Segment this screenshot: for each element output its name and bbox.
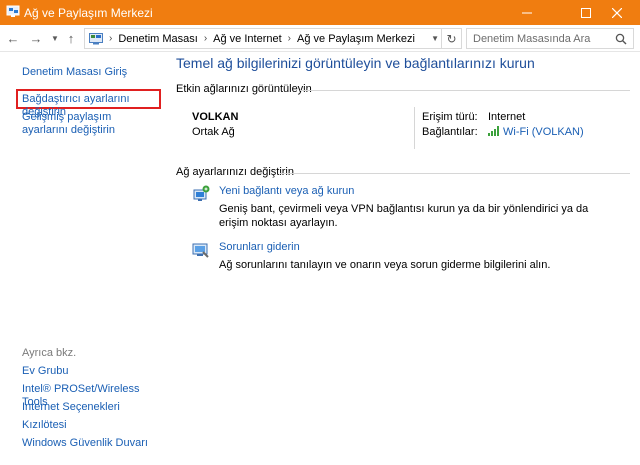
see-also-internet-options[interactable]: Internet Seçenekleri [22, 401, 120, 414]
connections-value: Wi-Fi (VOLKAN) [488, 126, 584, 138]
breadcrumb-separator-icon: › [287, 33, 292, 44]
window-title: Ağ ve Paylaşım Merkezi [24, 6, 153, 20]
see-also-homegroup[interactable]: Ev Grubu [22, 365, 68, 378]
breadcrumb-separator-icon: › [109, 33, 113, 44]
minimize-icon [522, 12, 532, 13]
access-type-value: Internet [488, 111, 526, 123]
title-bar: Ağ ve Paylaşım Merkezi [0, 0, 640, 25]
setup-new-connection-desc: Geniş bant, çevirmeli veya VPN bağlantıs… [219, 203, 589, 229]
arrow-left-icon: ← [6, 30, 20, 46]
vertical-divider [414, 107, 415, 149]
page-title: Temel ağ bilgilerinizi görüntüleyin ve b… [176, 55, 535, 71]
breadcrumb[interactable]: › Denetim Masası › Ağ ve Internet › Ağ v… [84, 28, 462, 49]
address-bar: ← → ▼ ↑ › Denetim Masası › Ağ ve Interne… [0, 25, 640, 52]
breadcrumb-network-internet[interactable]: Ağ ve Internet [213, 33, 282, 45]
breadcrumb-separator-icon: › [203, 33, 208, 44]
network-name: VOLKAN [192, 111, 239, 123]
breadcrumb-network-sharing[interactable]: Ağ ve Paylaşım Merkezi [297, 33, 415, 45]
sidebar-link-control-panel-home[interactable]: Denetim Masası Giriş [22, 66, 127, 79]
new-connection-icon [193, 185, 210, 201]
see-also-label: Ayrıca bkz. [22, 347, 77, 359]
wifi-connection-link[interactable]: Wi-Fi (VOLKAN) [503, 126, 584, 138]
maximize-icon [581, 7, 591, 18]
see-also-infrared[interactable]: Kızılötesi [22, 419, 67, 432]
refresh-button[interactable]: ↻ [441, 29, 461, 48]
setup-new-connection-link[interactable]: Yeni bağlantı veya ağ kurun [219, 185, 354, 197]
access-type-label: Erişim türü: [422, 111, 478, 123]
refresh-icon: ↻ [446, 31, 457, 46]
close-button[interactable] [594, 0, 640, 25]
search-icon [615, 33, 627, 45]
see-also-windows-firewall[interactable]: Windows Güvenlik Duvarı [22, 437, 148, 450]
troubleshoot-icon [192, 243, 209, 258]
address-dropdown-icon[interactable]: ▼ [431, 34, 439, 43]
sidebar-link-advanced-sharing[interactable]: Gelişmiş paylaşım ayarlarını değiştirin [22, 111, 152, 137]
section-divider [280, 173, 630, 174]
close-icon [612, 7, 622, 18]
up-button[interactable]: ↑ [62, 29, 80, 47]
search-box[interactable] [466, 28, 634, 49]
search-input[interactable] [473, 32, 618, 45]
change-settings-label: Ağ ayarlarınızı değiştirin [176, 166, 294, 178]
control-panel-icon [89, 32, 103, 44]
chevron-down-icon: ▼ [51, 33, 59, 43]
back-button[interactable]: ← [4, 29, 22, 47]
forward-button[interactable]: → [27, 29, 45, 47]
sidebar: Denetim Masası Giriş Bağdaştırıcı ayarla… [0, 53, 168, 465]
section-divider [300, 90, 630, 91]
arrow-right-icon: → [29, 30, 43, 46]
active-networks-label: Etkin ağlarınızı görüntüleyin [176, 83, 312, 95]
network-type: Ortak Ağ [192, 126, 235, 138]
breadcrumb-control-panel[interactable]: Denetim Masası [118, 33, 197, 45]
arrow-up-icon: ↑ [67, 30, 75, 46]
troubleshoot-link[interactable]: Sorunları giderin [219, 241, 300, 253]
troubleshoot-desc: Ağ sorunlarını tanılayın ve onarın veya … [219, 259, 551, 271]
main-content: Temel ağ bilgilerinizi görüntüleyin ve b… [168, 53, 640, 465]
network-center-icon [6, 5, 20, 17]
minimize-button[interactable] [504, 0, 550, 25]
connections-label: Bağlantılar: [422, 126, 478, 138]
wifi-signal-icon [488, 126, 499, 136]
